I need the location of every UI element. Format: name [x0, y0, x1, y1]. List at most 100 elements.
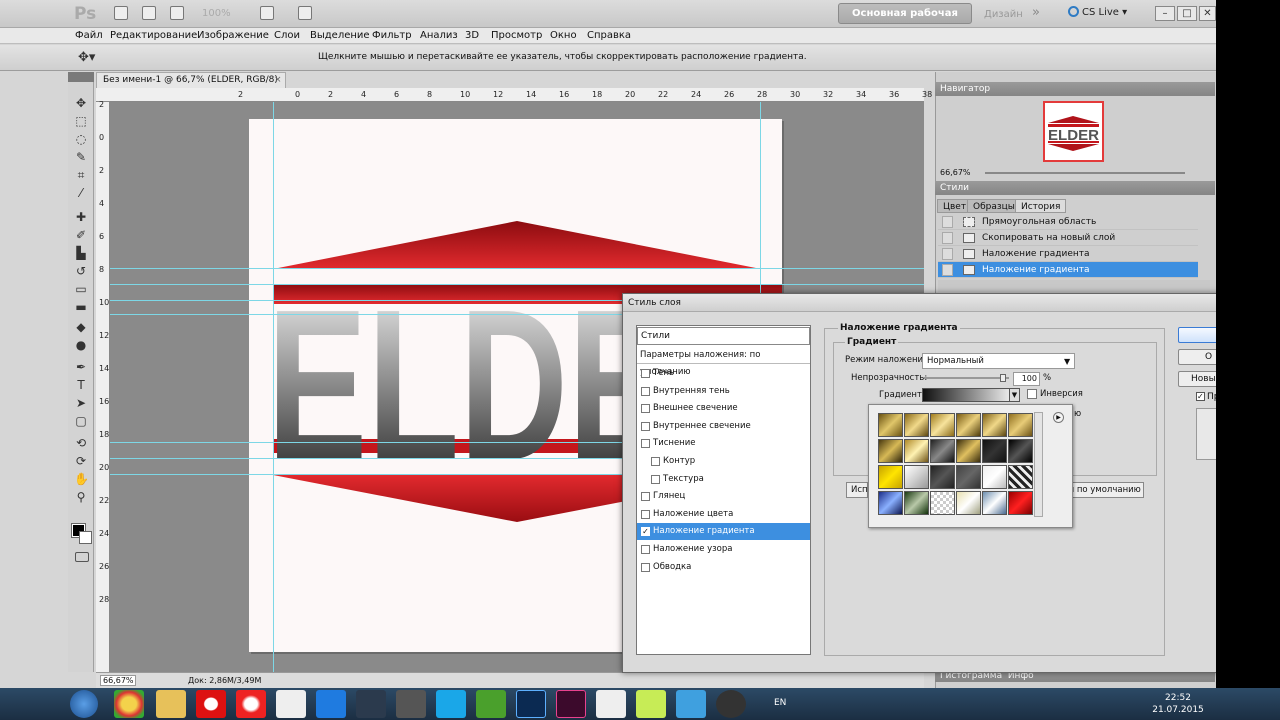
- zoom-level-select[interactable]: 100%: [202, 8, 231, 19]
- maximize-button[interactable]: □: [1177, 6, 1197, 21]
- photoshop-taskbar-icon[interactable]: [516, 690, 546, 718]
- gradient-preset-swatch[interactable]: [878, 413, 903, 437]
- arrange-documents-icon[interactable]: [260, 6, 274, 20]
- menu-edit[interactable]: Редактирование: [110, 30, 197, 41]
- style-item[interactable]: Наложение узора: [637, 541, 810, 558]
- dialog-title[interactable]: Стиль слоя: [623, 294, 1216, 312]
- gradient-preset-swatch[interactable]: [956, 439, 981, 463]
- style-checkbox[interactable]: [641, 386, 650, 396]
- start-button[interactable]: [70, 690, 98, 718]
- opera-taskbar-icon[interactable]: [196, 690, 226, 718]
- gradient-preview[interactable]: [922, 388, 1019, 402]
- gradient-preset-swatch[interactable]: [982, 439, 1007, 463]
- menu-file[interactable]: Файл: [75, 30, 103, 41]
- menu-image[interactable]: Изображение: [197, 30, 269, 41]
- skype-taskbar-icon[interactable]: [436, 690, 466, 718]
- menu-layers[interactable]: Слои: [274, 30, 300, 41]
- media-player-taskbar-icon[interactable]: [276, 690, 306, 718]
- gradient-preset-swatch[interactable]: [956, 491, 981, 515]
- navigator-thumbnail[interactable]: ELDER: [1043, 101, 1104, 162]
- gradient-preset-swatch[interactable]: [1008, 491, 1033, 515]
- close-button[interactable]: ✕: [1199, 6, 1216, 21]
- navigator-zoom-slider[interactable]: [985, 172, 1185, 174]
- style-checkbox[interactable]: [641, 369, 650, 378]
- style-item[interactable]: Текстура: [637, 471, 810, 488]
- blend-mode-select[interactable]: Нормальный: [922, 353, 1075, 369]
- status-doc-size[interactable]: Док: 2,86M/3,49M: [188, 676, 261, 685]
- gradient-preset-swatch[interactable]: [1008, 439, 1033, 463]
- style-item[interactable]: Контур: [637, 453, 810, 470]
- style-item[interactable]: Глянец: [637, 488, 810, 505]
- menu-3d[interactable]: 3D: [465, 30, 479, 41]
- quick-mask-icon[interactable]: [75, 552, 89, 562]
- 3d-orbit-tool-icon[interactable]: ⟳: [74, 454, 88, 468]
- style-item[interactable]: Обводка: [637, 559, 810, 576]
- indesign-taskbar-icon[interactable]: [556, 690, 586, 718]
- style-item[interactable]: Тень: [637, 365, 810, 382]
- gradient-tool-icon[interactable]: ▬: [74, 300, 88, 314]
- opacity-slider-knob[interactable]: [1000, 374, 1006, 382]
- yandex-taskbar-icon[interactable]: [236, 690, 266, 718]
- gradient-preset-swatch[interactable]: [904, 465, 929, 489]
- gradient-preset-swatch[interactable]: [904, 413, 929, 437]
- tab-swatches[interactable]: Образцы: [967, 199, 1021, 213]
- history-item[interactable]: Скопировать на новый слой: [938, 230, 1198, 246]
- style-checkbox[interactable]: [641, 404, 650, 414]
- style-checkbox[interactable]: [641, 562, 650, 572]
- gradient-preset-swatch[interactable]: [930, 413, 955, 437]
- gradient-preset-swatch[interactable]: [878, 491, 903, 515]
- history-brush-source[interactable]: [942, 264, 953, 276]
- system-clock[interactable]: 22:52 21.07.2015: [1148, 692, 1208, 716]
- tool-taskbar-icon[interactable]: [716, 690, 746, 718]
- navigator-zoom-value[interactable]: 66,67%: [940, 168, 971, 177]
- preview-checkbox[interactable]: ✓: [1196, 392, 1205, 401]
- history-brush-source[interactable]: [942, 216, 953, 228]
- menu-select[interactable]: Выделение: [310, 30, 370, 41]
- gradient-preset-swatch[interactable]: [904, 439, 929, 463]
- opacity-input[interactable]: 100: [1013, 372, 1040, 386]
- gradient-dropdown-button[interactable]: ▼: [1009, 388, 1020, 402]
- crop-tool-icon[interactable]: ⌗: [74, 168, 88, 182]
- hand-tool-icon[interactable]: ✋: [74, 472, 89, 486]
- quick-select-tool-icon[interactable]: ✎: [74, 150, 88, 164]
- styles-header[interactable]: Стили: [637, 327, 810, 345]
- history-brush-source[interactable]: [942, 248, 953, 260]
- zoom-tool-icon[interactable]: ⚲: [74, 490, 88, 504]
- style-checkbox[interactable]: [641, 439, 650, 449]
- status-zoom-field[interactable]: 66,67%: [100, 675, 136, 686]
- cancel-button[interactable]: О: [1178, 349, 1216, 365]
- guide-horizontal[interactable]: [110, 284, 924, 285]
- navigator-panel-header[interactable]: Навигатор: [935, 82, 1215, 96]
- chrome-taskbar-icon[interactable]: [114, 690, 144, 718]
- move-tool-icon[interactable]: ✥: [74, 96, 88, 110]
- gradient-preset-swatch[interactable]: [982, 413, 1007, 437]
- new-style-button[interactable]: Новы: [1178, 371, 1216, 387]
- messenger-taskbar-icon[interactable]: [316, 690, 346, 718]
- tab-history[interactable]: История: [1015, 199, 1067, 213]
- gradient-preset-swatch[interactable]: [878, 465, 903, 489]
- gradient-preset-swatch[interactable]: [956, 465, 981, 489]
- nvidia-taskbar-icon[interactable]: [476, 690, 506, 718]
- dodge-tool-icon[interactable]: ●: [74, 338, 88, 352]
- minimize-button[interactable]: –: [1155, 6, 1175, 21]
- eyedropper-tool-icon[interactable]: ⁄: [74, 186, 88, 200]
- more-workspaces-icon[interactable]: »: [1032, 5, 1040, 20]
- tools-panel-header[interactable]: [68, 72, 94, 82]
- gradient-preset-swatch[interactable]: [1008, 413, 1033, 437]
- gradient-preset-swatch[interactable]: [982, 491, 1007, 515]
- shape-tool-icon[interactable]: ▢: [74, 414, 88, 428]
- style-item[interactable]: Тиснение: [637, 435, 810, 452]
- audio-taskbar-icon[interactable]: [636, 690, 666, 718]
- styles-panel-header[interactable]: Стили: [935, 181, 1215, 195]
- gradient-preset-swatch[interactable]: [878, 439, 903, 463]
- style-item[interactable]: Внутренняя тень: [637, 383, 810, 400]
- style-item[interactable]: ✓ Наложение градиента: [637, 523, 810, 541]
- gradient-preset-swatch[interactable]: [904, 491, 929, 515]
- move-tool-preset-icon[interactable]: ✥▾: [78, 50, 95, 65]
- picker-scrollbar[interactable]: [1034, 412, 1043, 517]
- guide-vertical[interactable]: [273, 102, 274, 672]
- menu-help[interactable]: Справка: [587, 30, 631, 41]
- 3d-rotate-tool-icon[interactable]: ⟲: [74, 436, 88, 450]
- style-checkbox[interactable]: [641, 509, 650, 519]
- lasso-tool-icon[interactable]: ◌: [74, 132, 88, 146]
